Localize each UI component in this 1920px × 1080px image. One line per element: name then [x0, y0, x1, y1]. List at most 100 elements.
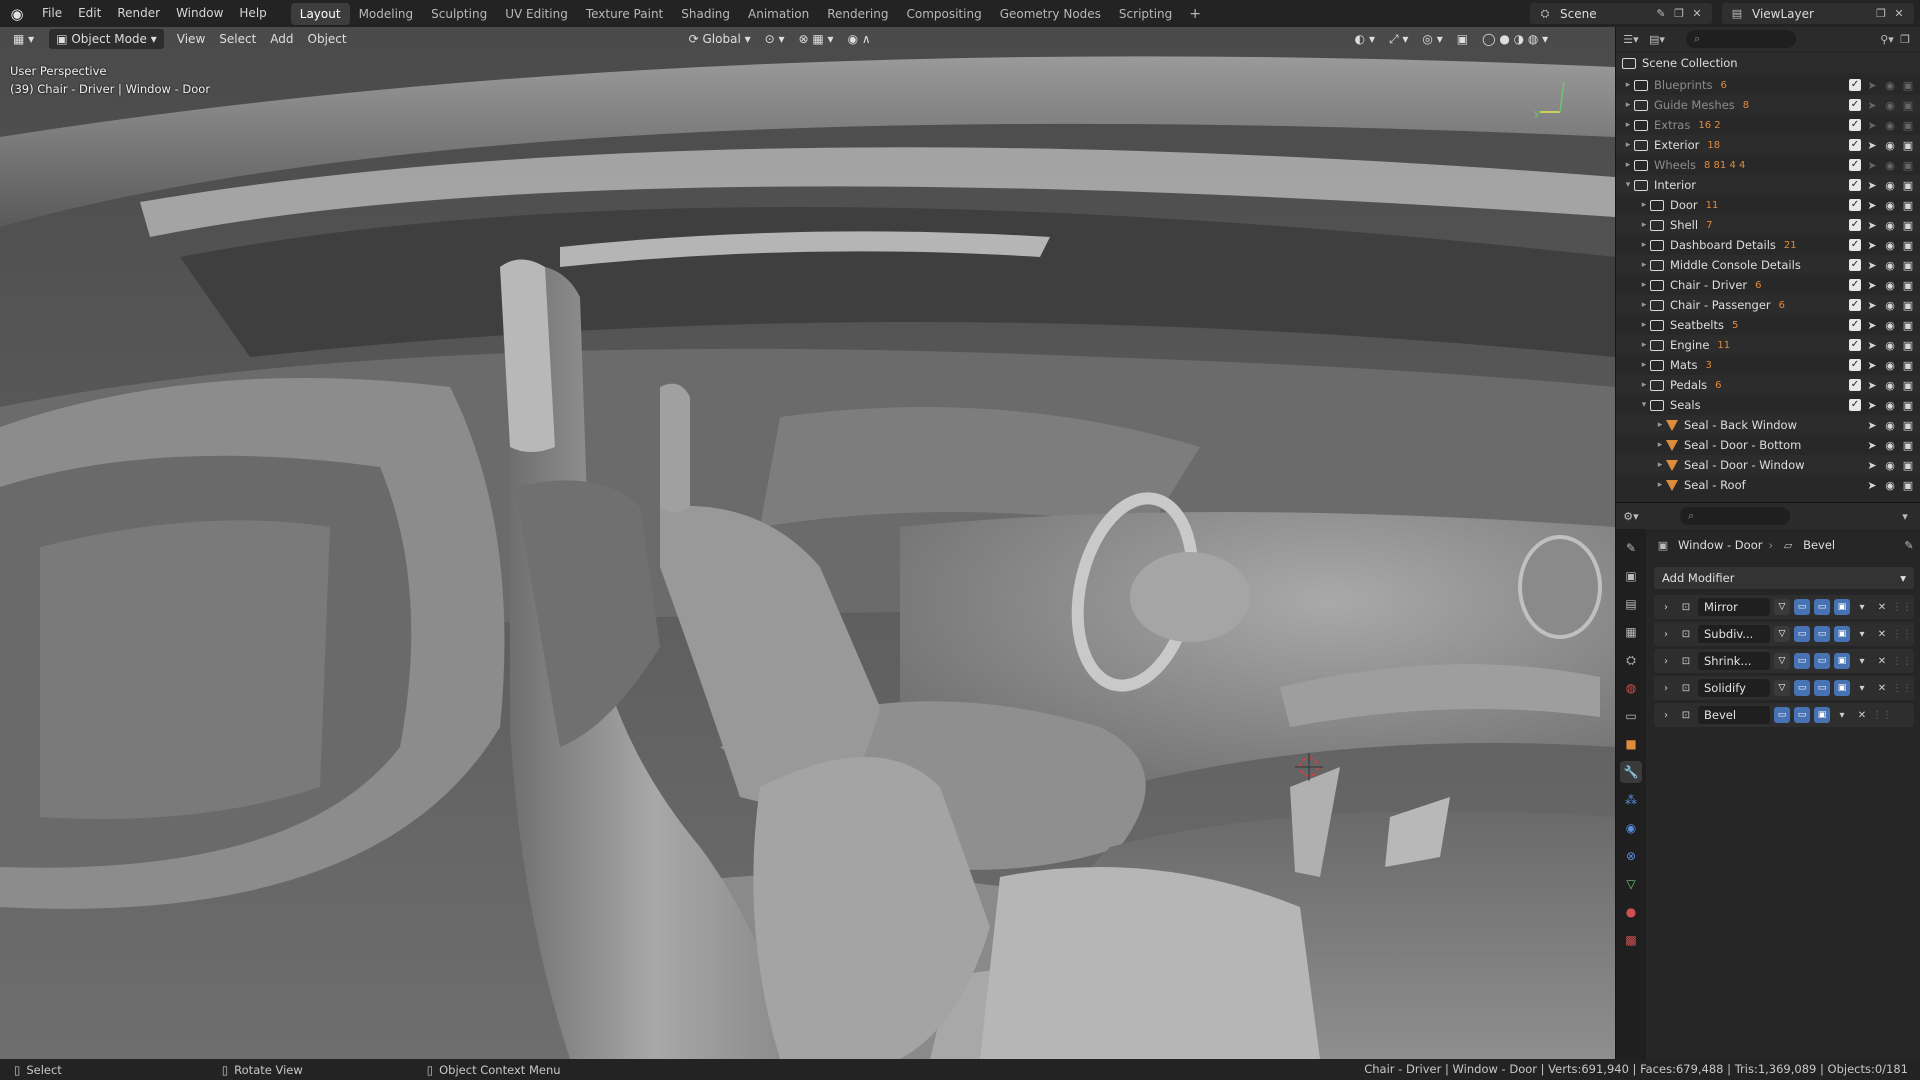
chevron-right-icon[interactable]: ▸ [1622, 160, 1634, 170]
outliner-row[interactable]: ▾ Interior ✓ ➤ ◉ ▣ [1616, 175, 1920, 195]
modifier-tab-icon[interactable]: 🔧 [1620, 761, 1642, 783]
close-viewlayer-icon[interactable]: ✕ [1890, 5, 1908, 23]
select-arrow-icon[interactable]: ➤ [1865, 99, 1879, 112]
properties-options-icon[interactable]: ▾ [1896, 507, 1914, 525]
eye-icon[interactable]: ◉ [1883, 479, 1897, 492]
drag-handle-icon[interactable]: ⋮⋮ [1872, 707, 1892, 723]
menu-edit[interactable]: Edit [70, 0, 109, 27]
select-arrow-icon[interactable]: ➤ [1865, 339, 1879, 352]
chevron-right-icon[interactable]: ▸ [1622, 80, 1634, 90]
select-arrow-icon[interactable]: ➤ [1865, 379, 1879, 392]
camera-icon[interactable]: ▣ [1901, 399, 1915, 412]
exclude-checkbox[interactable]: ✓ [1849, 199, 1861, 211]
outliner-row[interactable]: ▸ Guide Meshes 8 ✓ ➤ ◉ ▣ [1616, 95, 1920, 115]
transform-orientation-dropdown[interactable]: ⟳ Global ▾ [682, 29, 758, 49]
chevron-right-icon[interactable]: ▸ [1638, 280, 1650, 290]
select-arrow-icon[interactable]: ➤ [1865, 399, 1879, 412]
camera-icon[interactable]: ▣ [1901, 259, 1915, 272]
outliner-row[interactable]: ▸ Wheels 8 81 4 4 ✓ ➤ ◉ ▣ [1616, 155, 1920, 175]
view-layer-tab-icon[interactable]: ▦ [1620, 621, 1642, 643]
eye-icon[interactable]: ◉ [1883, 99, 1897, 112]
modifier-menu-icon[interactable]: ▾ [1854, 599, 1870, 615]
outliner-row[interactable]: ▸ Shell 7 ✓ ➤ ◉ ▣ [1616, 215, 1920, 235]
expand-chevron-icon[interactable]: › [1658, 680, 1674, 696]
select-arrow-icon[interactable]: ➤ [1865, 119, 1879, 132]
tab-modeling[interactable]: Modeling [350, 3, 423, 25]
eye-icon[interactable]: ◉ [1883, 459, 1897, 472]
chevron-right-icon[interactable]: ▸ [1638, 340, 1650, 350]
camera-icon[interactable]: ▣ [1901, 339, 1915, 352]
exclude-checkbox[interactable]: ✓ [1849, 319, 1861, 331]
3d-viewport[interactable]: ▦ ▾ ▣ Object Mode ▾ View Select Add Object … [0, 27, 1615, 1059]
select-arrow-icon[interactable]: ➤ [1865, 359, 1879, 372]
eye-icon[interactable]: ◉ [1883, 79, 1897, 92]
physics-tab-icon[interactable]: ◉ [1620, 817, 1642, 839]
proportional-edit-icon[interactable]: ◉ ∧ [841, 29, 878, 49]
exclude-checkbox[interactable]: ✓ [1849, 159, 1861, 171]
remove-modifier-icon[interactable]: ✕ [1874, 599, 1890, 615]
material-tab-icon[interactable]: ● [1620, 901, 1642, 923]
outliner-row[interactable]: ▸ Seatbelts 5 ✓ ➤ ◉ ▣ [1616, 315, 1920, 335]
outliner-row[interactable]: ▸ Door 11 ✓ ➤ ◉ ▣ [1616, 195, 1920, 215]
menu-help[interactable]: Help [231, 0, 274, 27]
drag-handle-icon[interactable]: ⋮⋮ [1892, 599, 1912, 615]
chevron-down-icon[interactable]: ▾ [1638, 400, 1650, 410]
menu-file[interactable]: File [34, 0, 70, 27]
scene-tab-icon[interactable]: ⛭ [1620, 649, 1642, 671]
camera-icon[interactable]: ▣ [1901, 199, 1915, 212]
outliner-row[interactable]: ▾ Seals ✓ ➤ ◉ ▣ [1616, 395, 1920, 415]
modifier-panel[interactable]: › ⊡ Mirror ▽ ▭ ▭ ▣ ▾ ✕ ⋮⋮ [1654, 595, 1914, 619]
render-toggle-icon[interactable]: ▣ [1834, 653, 1850, 669]
viewport-toggle-icon[interactable]: ▭ [1794, 707, 1810, 723]
modifier-name-field[interactable]: Bevel [1698, 706, 1770, 724]
menu-window[interactable]: Window [168, 0, 231, 27]
select-arrow-icon[interactable]: ➤ [1865, 419, 1879, 432]
select-arrow-icon[interactable]: ➤ [1865, 279, 1879, 292]
chevron-right-icon[interactable]: ▸ [1638, 260, 1650, 270]
camera-icon[interactable]: ▣ [1901, 359, 1915, 372]
output-tab-icon[interactable]: ▤ [1620, 593, 1642, 615]
menu-render[interactable]: Render [109, 0, 168, 27]
display-mode-icon[interactable]: ▤▾ [1648, 30, 1666, 48]
eye-icon[interactable]: ◉ [1883, 399, 1897, 412]
outliner-row[interactable]: ▸ Chair - Passenger 6 ✓ ➤ ◉ ▣ [1616, 295, 1920, 315]
select-arrow-icon[interactable]: ➤ [1865, 79, 1879, 92]
outliner-row[interactable]: ▸ Extras 16 2 ✓ ➤ ◉ ▣ [1616, 115, 1920, 135]
remove-modifier-icon[interactable]: ✕ [1854, 707, 1870, 723]
exclude-checkbox[interactable]: ✓ [1849, 399, 1861, 411]
blender-logo-icon[interactable]: ◉ [0, 0, 34, 27]
chevron-down-icon[interactable]: ▾ [1622, 180, 1634, 190]
chevron-right-icon[interactable]: ▸ [1622, 100, 1634, 110]
outliner-row[interactable]: ▸ Exterior 18 ✓ ➤ ◉ ▣ [1616, 135, 1920, 155]
particles-tab-icon[interactable]: ⁂ [1620, 789, 1642, 811]
filter-icon[interactable]: ⚲▾ [1878, 30, 1896, 48]
chevron-right-icon[interactable]: ▸ [1638, 360, 1650, 370]
shading-modes-icon[interactable]: ◯ ● ◑ ◍ ▾ [1475, 29, 1555, 49]
viewport-toggle-icon[interactable]: ▭ [1814, 680, 1830, 696]
eye-icon[interactable]: ◉ [1883, 219, 1897, 232]
object-mode-dropdown[interactable]: ▣ Object Mode ▾ [49, 29, 164, 49]
eye-icon[interactable]: ◉ [1883, 299, 1897, 312]
modifier-menu-icon[interactable]: ▾ [1854, 680, 1870, 696]
exclude-checkbox[interactable]: ✓ [1849, 339, 1861, 351]
tab-animation[interactable]: Animation [739, 3, 818, 25]
close-scene-icon[interactable]: ✕ [1688, 5, 1706, 23]
modifier-name-field[interactable]: Subdiv... [1698, 625, 1770, 643]
camera-icon[interactable]: ▣ [1901, 299, 1915, 312]
tab-rendering[interactable]: Rendering [818, 3, 897, 25]
exclude-checkbox[interactable]: ✓ [1849, 279, 1861, 291]
camera-icon[interactable]: ▣ [1901, 119, 1915, 132]
modifier-panel[interactable]: › ⊡ Shrink... ▽ ▭ ▭ ▣ ▾ ✕ ⋮⋮ [1654, 649, 1914, 673]
scene-selector[interactable]: ⛭ Scene ✎ ❐ ✕ [1530, 3, 1712, 24]
add-workspace-icon[interactable]: + [1181, 6, 1209, 22]
drag-handle-icon[interactable]: ⋮⋮ [1892, 653, 1912, 669]
select-arrow-icon[interactable]: ➤ [1865, 259, 1879, 272]
remove-modifier-icon[interactable]: ✕ [1874, 680, 1890, 696]
chevron-right-icon[interactable]: ▸ [1638, 220, 1650, 230]
tab-geometry-nodes[interactable]: Geometry Nodes [991, 3, 1110, 25]
new-viewlayer-icon[interactable]: ❐ [1872, 5, 1890, 23]
modifier-panel[interactable]: › ⊡ Subdiv... ▽ ▭ ▭ ▣ ▾ ✕ ⋮⋮ [1654, 622, 1914, 646]
camera-icon[interactable]: ▣ [1901, 79, 1915, 92]
camera-icon[interactable]: ▣ [1901, 439, 1915, 452]
outliner-row[interactable]: ▸ Seal - Door - Window ➤ ◉ ▣ [1616, 455, 1920, 475]
